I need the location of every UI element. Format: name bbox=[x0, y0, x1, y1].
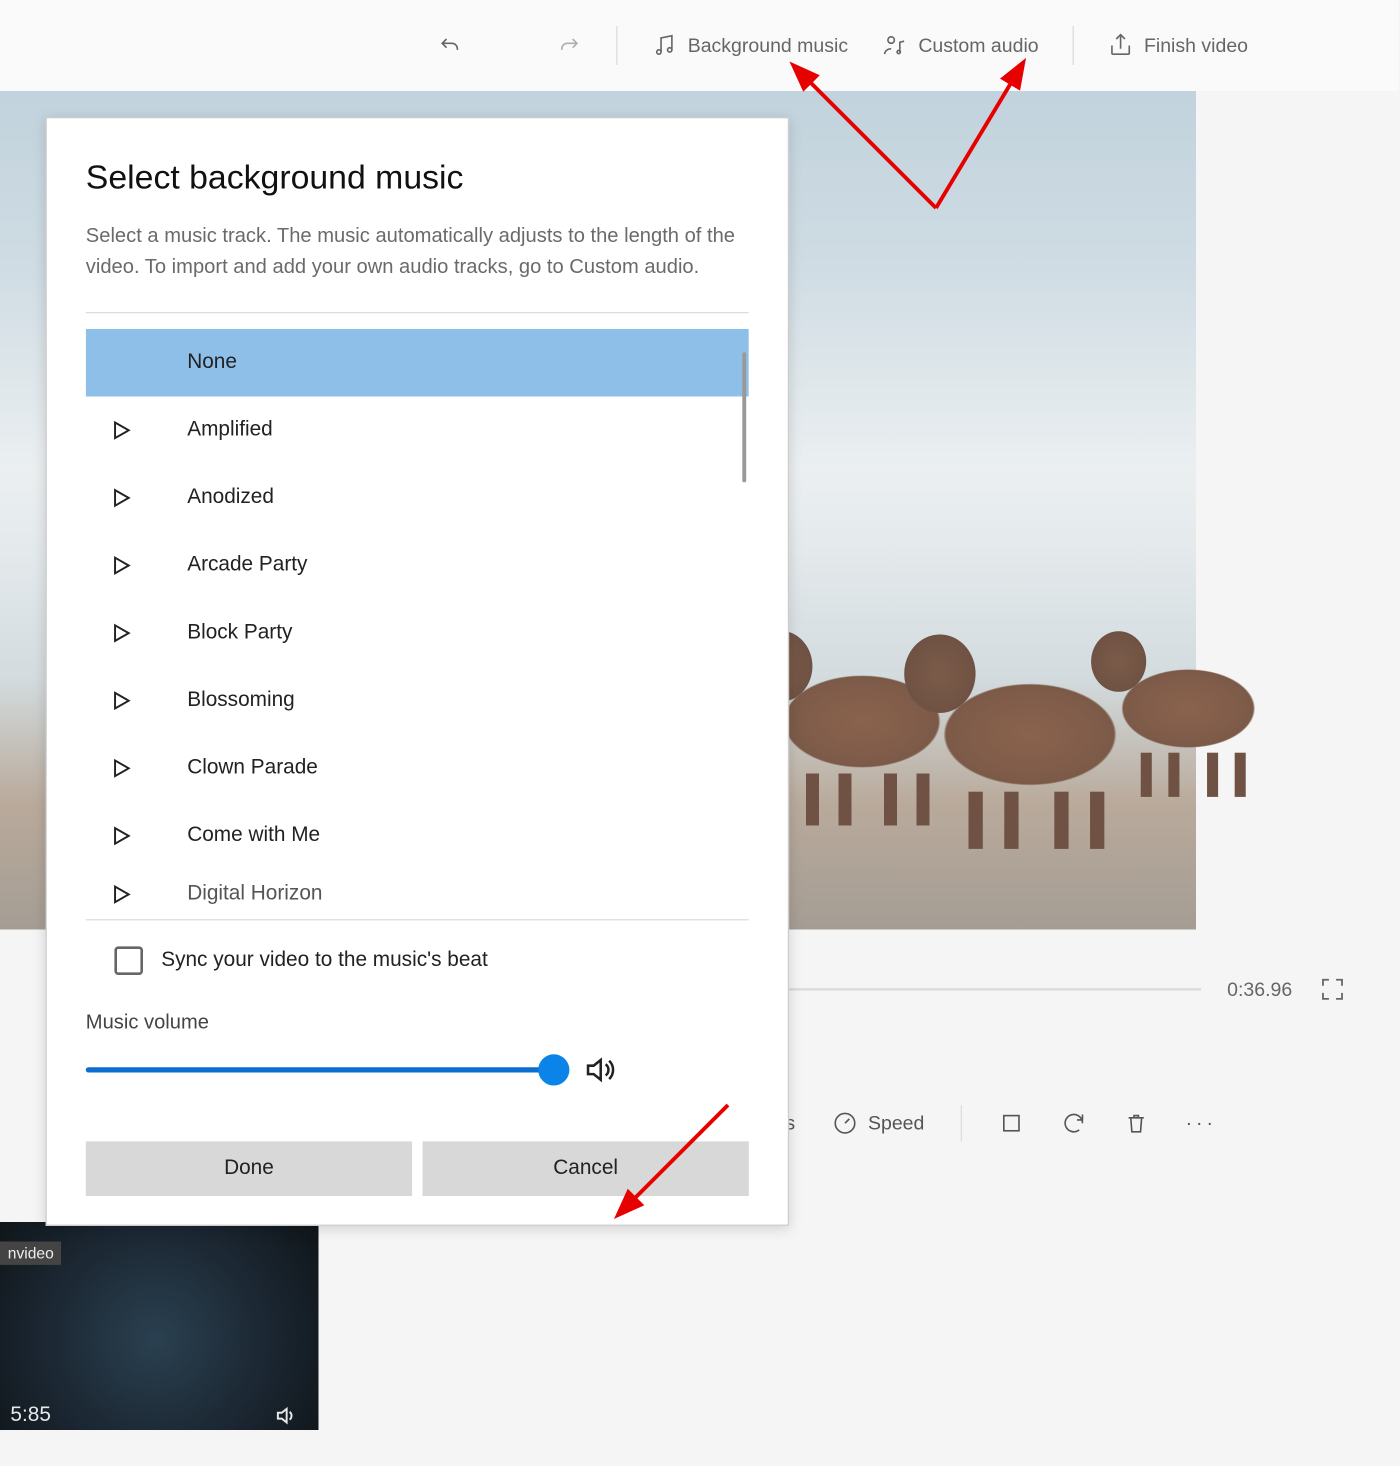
speed-label: Speed bbox=[868, 1112, 924, 1134]
play-icon[interactable] bbox=[109, 419, 132, 442]
play-icon[interactable] bbox=[109, 824, 132, 847]
music-note-icon bbox=[651, 33, 677, 59]
speed-icon bbox=[832, 1110, 858, 1136]
thumbnail-volume-icon[interactable] bbox=[273, 1404, 296, 1434]
crop-button[interactable] bbox=[998, 1110, 1024, 1136]
more-button[interactable]: ··· bbox=[1186, 1112, 1217, 1134]
share-icon bbox=[1108, 33, 1134, 59]
track-label: Amplified bbox=[187, 419, 273, 442]
track-label: Blossoming bbox=[187, 689, 295, 712]
custom-audio-label: Custom audio bbox=[918, 34, 1038, 56]
background-music-button[interactable]: Background music bbox=[638, 25, 861, 67]
track-item[interactable]: Arcade Party bbox=[86, 532, 749, 600]
play-icon[interactable] bbox=[109, 554, 132, 577]
volume-slider[interactable] bbox=[86, 1067, 554, 1072]
thumbnail-time: 5:85 bbox=[10, 1404, 50, 1427]
track-label: None bbox=[187, 351, 237, 374]
track-item[interactable]: Blossoming bbox=[86, 667, 749, 735]
play-icon[interactable] bbox=[109, 486, 132, 509]
volume-label: Music volume bbox=[86, 1011, 749, 1034]
track-label: Arcade Party bbox=[187, 554, 307, 577]
track-label: Digital Horizon bbox=[187, 883, 322, 906]
track-item[interactable]: Digital Horizon bbox=[86, 870, 749, 919]
speed-button[interactable]: Speed bbox=[832, 1110, 925, 1136]
trash-icon bbox=[1123, 1110, 1149, 1136]
background-music-label: Background music bbox=[688, 34, 848, 56]
finish-video-label: Finish video bbox=[1144, 34, 1248, 56]
duration-label: 0:36.96 bbox=[1227, 978, 1292, 1000]
track-label: Clown Parade bbox=[187, 757, 318, 780]
crop-icon bbox=[998, 1110, 1024, 1136]
clip-toolbar: ilters Speed ··· bbox=[754, 1105, 1217, 1141]
track-label: Block Party bbox=[187, 621, 292, 644]
rotate-icon bbox=[1061, 1110, 1087, 1136]
track-list[interactable]: None Amplified Anodized Arcade Party Blo… bbox=[86, 329, 749, 919]
done-button[interactable]: Done bbox=[86, 1141, 412, 1196]
track-item[interactable]: Block Party bbox=[86, 599, 749, 667]
play-icon[interactable] bbox=[109, 757, 132, 780]
finish-video-button[interactable]: Finish video bbox=[1095, 25, 1261, 67]
speaker-icon[interactable] bbox=[582, 1053, 616, 1087]
top-toolbar: Background music Custom audio Finish vid… bbox=[0, 0, 1399, 91]
undo-icon bbox=[437, 33, 463, 59]
fullscreen-icon[interactable] bbox=[1318, 975, 1347, 1004]
cancel-label: Cancel bbox=[553, 1157, 618, 1180]
rotate-button[interactable] bbox=[1061, 1110, 1087, 1136]
delete-button[interactable] bbox=[1123, 1110, 1149, 1136]
person-music-icon bbox=[882, 33, 908, 59]
dialog-description: Select a music track. The music automati… bbox=[86, 221, 749, 283]
track-item[interactable]: Anodized bbox=[86, 464, 749, 532]
track-item[interactable]: Amplified bbox=[86, 397, 749, 465]
track-item[interactable]: Clown Parade bbox=[86, 735, 749, 803]
redo-button[interactable] bbox=[543, 25, 595, 67]
track-label: Come with Me bbox=[187, 824, 320, 847]
track-item[interactable]: Come with Me bbox=[86, 802, 749, 870]
custom-audio-button[interactable]: Custom audio bbox=[869, 25, 1052, 67]
dialog-title: Select background music bbox=[86, 157, 749, 197]
sync-checkbox[interactable] bbox=[114, 946, 143, 975]
scrollbar-thumb[interactable] bbox=[742, 352, 746, 482]
done-label: Done bbox=[224, 1157, 274, 1180]
play-icon[interactable] bbox=[109, 883, 132, 906]
undo-button[interactable] bbox=[424, 25, 476, 67]
track-label: Anodized bbox=[187, 486, 274, 509]
play-icon[interactable] bbox=[109, 689, 132, 712]
track-item-none[interactable]: None bbox=[86, 329, 749, 397]
sync-label: Sync your video to the music's beat bbox=[161, 949, 488, 972]
background-music-dialog: Select background music Select a music t… bbox=[46, 117, 790, 1226]
thumbnail-tag: nvideo bbox=[0, 1242, 62, 1265]
play-icon[interactable] bbox=[109, 621, 132, 644]
volume-slider-thumb[interactable] bbox=[538, 1054, 569, 1085]
cancel-button[interactable]: Cancel bbox=[422, 1141, 748, 1196]
redo-icon bbox=[556, 33, 582, 59]
